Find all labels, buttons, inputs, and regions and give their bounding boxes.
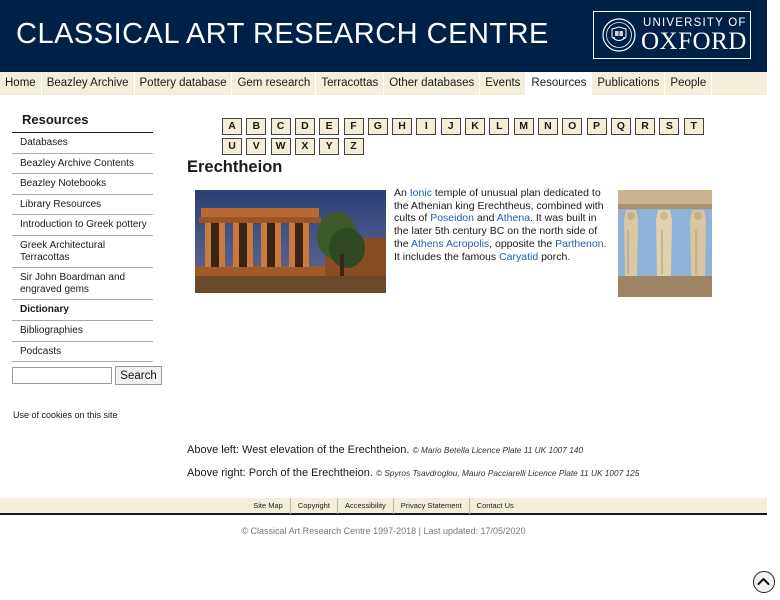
nav-home[interactable]: Home xyxy=(0,72,42,95)
sidebar-item-introduction-to-greek-pottery[interactable]: Introduction to Greek pottery xyxy=(12,215,153,236)
nav-publications[interactable]: Publications xyxy=(592,72,666,95)
letter-k-button[interactable]: K xyxy=(465,118,485,135)
letter-h-button[interactable]: H xyxy=(392,118,413,135)
sidebar-item-greek-architectural-terracottas[interactable]: Greek Architectural Terracottas xyxy=(12,236,153,269)
caryatid-porch-photo xyxy=(618,190,712,297)
link-parthenon[interactable]: Parthenon xyxy=(555,238,603,250)
nav-events[interactable]: Events xyxy=(480,72,527,95)
link-caryatid[interactable]: Caryatid xyxy=(499,251,538,263)
nav-people[interactable]: People xyxy=(665,72,713,95)
footer-link-privacy-statement[interactable]: Privacy Statement xyxy=(394,498,470,514)
cookies-link[interactable]: Use of cookies on this site xyxy=(13,410,118,420)
sidebar-menu: Databases Beazley Archive Contents Beazley… xyxy=(12,133,164,363)
footer-link-site-map[interactable]: Site Map xyxy=(246,498,291,514)
caption-left: Above left: West elevation of the Erecht… xyxy=(187,444,584,456)
letter-x-button[interactable]: X xyxy=(294,138,315,155)
sidebar-item-sir-john-boardman-and-engraved-gems[interactable]: Sir John Boardman and engraved gems xyxy=(12,268,153,301)
oxford-seal-icon xyxy=(602,18,636,52)
letter-t-button[interactable]: T xyxy=(683,118,704,135)
letter-a-button[interactable]: A xyxy=(222,118,242,135)
nav-gem-research[interactable]: Gem research xyxy=(232,72,317,95)
letter-i-button[interactable]: I xyxy=(416,118,437,135)
letter-u-button[interactable]: U xyxy=(222,138,242,155)
letter-w-button[interactable]: W xyxy=(270,138,291,155)
sidebar-item-databases[interactable]: Databases xyxy=(12,133,153,154)
letter-z-button[interactable]: Z xyxy=(343,138,364,155)
caption-right-credit: © Spyros Tsavdroglou, Mauro Pacciarelli … xyxy=(375,468,640,478)
sidebar-item-bibliographies[interactable]: Bibliographies xyxy=(12,321,153,342)
footer-link-copyright[interactable]: Copyright xyxy=(291,498,338,514)
scroll-to-top-button[interactable] xyxy=(753,571,775,593)
letter-b-button[interactable]: B xyxy=(246,118,267,135)
link-poseidon[interactable]: Poseidon xyxy=(430,212,474,224)
sidebar-item-dictionary[interactable]: Dictionary xyxy=(12,300,153,321)
letter-p-button[interactable]: P xyxy=(586,118,607,135)
footer-link-accessibility[interactable]: Accessibility xyxy=(338,498,394,514)
letter-g-button[interactable]: G xyxy=(367,118,388,135)
sidebar-item-beazley-archive-contents[interactable]: Beazley Archive Contents xyxy=(12,154,153,175)
search-input[interactable] xyxy=(12,367,112,384)
sidebar-item-library-resources[interactable]: Library Resources xyxy=(12,195,153,216)
letter-d-button[interactable]: D xyxy=(294,118,315,135)
letter-o-button[interactable]: O xyxy=(562,118,583,135)
footer-link-contact-us[interactable]: Contact Us xyxy=(470,498,521,514)
letter-q-button[interactable]: Q xyxy=(610,118,631,135)
main-navigation: Home Beazley Archive Pottery database Gem r… xyxy=(0,72,767,95)
search-button[interactable]: Search xyxy=(115,366,162,385)
link-athena[interactable]: Athena xyxy=(497,212,530,224)
nav-terracottas[interactable]: Terracottas xyxy=(316,72,385,95)
letter-y-button[interactable]: Y xyxy=(319,138,340,155)
entry-description: An Ionic temple of unusual plan dedicate… xyxy=(394,187,607,263)
sidebar-item-podcasts[interactable]: Podcasts xyxy=(12,342,153,363)
erechtheion-west-elevation-photo xyxy=(195,190,386,293)
oxford-wordmark: OXFORD xyxy=(641,28,747,55)
letter-j-button[interactable]: J xyxy=(440,118,461,135)
letter-c-button[interactable]: C xyxy=(270,118,291,135)
letter-e-button[interactable]: E xyxy=(319,118,340,135)
letter-s-button[interactable]: S xyxy=(659,118,680,135)
site-header: CLASSICAL ART RESEARCH CENTRE UNIVERSITY… xyxy=(0,0,767,72)
letter-v-button[interactable]: V xyxy=(246,138,267,155)
caption-right: Above right: Porch of the Erechtheion. ©… xyxy=(187,467,640,479)
link-athens-acropolis[interactable]: Athens Acropolis xyxy=(411,238,489,250)
sidebar-title: Resources xyxy=(22,112,89,127)
letter-f-button[interactable]: F xyxy=(343,118,364,135)
oxford-logo[interactable]: UNIVERSITY OF OXFORD xyxy=(593,11,751,59)
sidebar-item-beazley-notebooks[interactable]: Beazley Notebooks xyxy=(12,174,153,195)
letter-r-button[interactable]: R xyxy=(635,118,656,135)
nav-resources[interactable]: Resources xyxy=(526,72,593,95)
site-title[interactable]: CLASSICAL ART RESEARCH CENTRE xyxy=(16,18,549,51)
caption-left-credit: © Mario Betella Licence Plate 11 UK 1007… xyxy=(412,445,584,455)
page-title: Erechtheion xyxy=(187,158,283,176)
nav-pottery-database[interactable]: Pottery database xyxy=(135,72,233,95)
letter-m-button[interactable]: M xyxy=(513,118,534,135)
footer-links: Site Map Copyright Accessibility Privacy St… xyxy=(0,498,767,515)
copyright-notice: © Classical Art Research Centre 1997-201… xyxy=(241,526,526,536)
letter-n-button[interactable]: N xyxy=(537,118,558,135)
link-ionic[interactable]: Ionic xyxy=(410,187,432,199)
sidebar: Resources Databases Beazley Archive Conte… xyxy=(12,110,164,363)
chevron-up-icon xyxy=(757,578,770,585)
letter-l-button[interactable]: L xyxy=(489,118,510,135)
nav-beazley-archive[interactable]: Beazley Archive xyxy=(42,72,135,95)
nav-other-databases[interactable]: Other databases xyxy=(384,72,481,95)
